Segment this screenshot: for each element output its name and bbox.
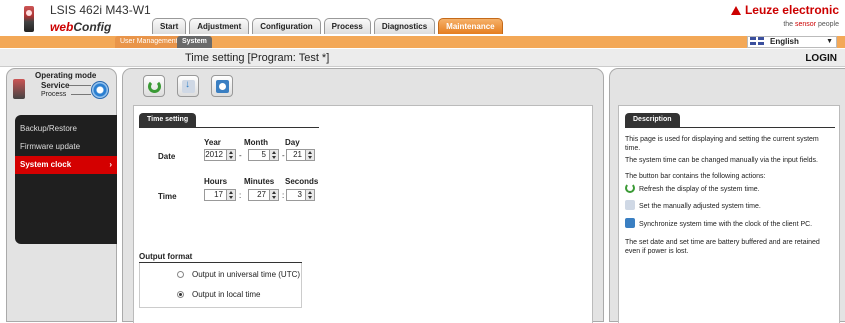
refresh-icon — [148, 80, 161, 93]
sync-time-button[interactable] — [211, 75, 233, 97]
refresh-icon — [625, 183, 635, 193]
mode-toggle[interactable] — [91, 81, 109, 99]
set-time-button[interactable] — [177, 75, 199, 97]
page-title: Time setting [Program: Test *] — [185, 52, 330, 64]
section-tab-time-setting: Time setting — [139, 113, 197, 127]
uk-flag-icon — [750, 37, 764, 45]
device-name: LSIS 462i M43-W1 — [50, 3, 151, 17]
sync-icon — [625, 218, 635, 228]
tab-adjustment[interactable]: Adjustment — [189, 18, 250, 34]
minutes-stepper[interactable]: 27 — [248, 189, 279, 201]
section-tab-description: Description — [625, 113, 680, 127]
radio-utc[interactable] — [177, 271, 184, 278]
radio-local-time[interactable] — [177, 291, 184, 298]
chevron-down-icon: ▼ — [826, 38, 833, 45]
tab-diagnostics[interactable]: Diagnostics — [373, 18, 436, 34]
date-label: Date — [158, 152, 176, 161]
right-panel: Description This page is used for displa… — [609, 68, 845, 323]
seconds-stepper[interactable]: 3 — [286, 189, 315, 201]
description-paragraph: The system time can be changed manually … — [625, 157, 818, 164]
tab-process[interactable]: Process — [323, 18, 371, 34]
login-link[interactable]: LOGIN — [805, 53, 837, 64]
time-label: Time — [158, 192, 177, 201]
minutes-label: Minutes — [244, 177, 275, 186]
leuze-triangle-icon — [730, 6, 741, 15]
action-refresh: Refresh the display of the system time. — [625, 183, 760, 195]
webconfig-logo: webConfig — [50, 20, 112, 34]
process-label: Process — [41, 91, 67, 98]
tagline: the sensor people — [783, 21, 839, 28]
action-set-time: Set the manually adjusted system time. — [625, 200, 761, 212]
sync-icon — [216, 80, 229, 93]
radio-local-time-label[interactable]: Output in local time — [192, 290, 260, 299]
left-panel: Operating mode Service Process Backup/Re… — [6, 68, 117, 322]
main-tabs: Start Adjustment Configuration Process D… — [152, 18, 503, 34]
description-paragraph: The button bar contains the following ac… — [625, 173, 766, 180]
leuze-logo: Leuze electronic — [730, 3, 839, 17]
action-sync: Synchronize system time with the clock o… — [625, 218, 812, 230]
year-stepper[interactable]: 2012 — [204, 149, 236, 161]
language-select[interactable]: English ▼ — [747, 36, 837, 48]
description-pane: Description This page is used for displa… — [618, 105, 840, 323]
sidebar-nav: Backup/Restore Firmware update System cl… — [15, 115, 117, 244]
tab-configuration[interactable]: Configuration — [252, 18, 321, 34]
operating-mode-title: Operating mode — [35, 71, 97, 80]
set-time-icon — [625, 200, 635, 210]
time-setting-pane: Time setting Year Month Day Date 2012 - … — [133, 105, 593, 323]
header: LSIS 462i M43-W1 webConfig Start Adjustm… — [0, 0, 845, 36]
month-stepper[interactable]: 5 — [248, 149, 279, 161]
output-format-group: Output in universal time (UTC) Output in… — [139, 263, 302, 308]
center-panel: Time setting Year Month Day Date 2012 - … — [122, 68, 604, 323]
device-icon — [22, 4, 36, 34]
sidebar-item-backup-restore[interactable]: Backup/Restore — [15, 120, 117, 138]
year-label: Year — [204, 138, 221, 147]
hours-stepper[interactable]: 17 — [204, 189, 236, 201]
service-label: Service — [41, 81, 70, 90]
month-label: Month — [244, 138, 268, 147]
button-bar — [143, 75, 233, 97]
subtab-user-management[interactable]: User Management — [115, 36, 183, 48]
day-stepper[interactable]: 21 — [286, 149, 315, 161]
device-status-icon — [13, 79, 25, 99]
hours-label: Hours — [204, 177, 228, 186]
description-paragraph: The set date and set time are battery bu… — [625, 239, 820, 255]
refresh-button[interactable] — [143, 75, 165, 97]
operating-mode: Operating mode Service Process — [7, 69, 116, 101]
sidebar-item-firmware-update[interactable]: Firmware update — [15, 138, 117, 156]
tab-maintenance[interactable]: Maintenance — [438, 18, 503, 34]
seconds-label: Seconds — [285, 177, 319, 186]
description-paragraph: This page is used for displaying and set… — [625, 136, 819, 152]
output-format-title: Output format — [139, 252, 193, 261]
set-time-icon — [182, 79, 195, 93]
radio-utc-label[interactable]: Output in universal time (UTC) — [192, 270, 300, 279]
title-bar: Time setting [Program: Test *] LOGIN — [0, 49, 845, 67]
day-label: Day — [285, 138, 300, 147]
chevron-right-icon: › — [109, 160, 112, 169]
tab-start[interactable]: Start — [152, 18, 187, 34]
subtab-system[interactable]: System — [177, 36, 212, 48]
sidebar-item-system-clock[interactable]: System clock › — [15, 156, 117, 174]
